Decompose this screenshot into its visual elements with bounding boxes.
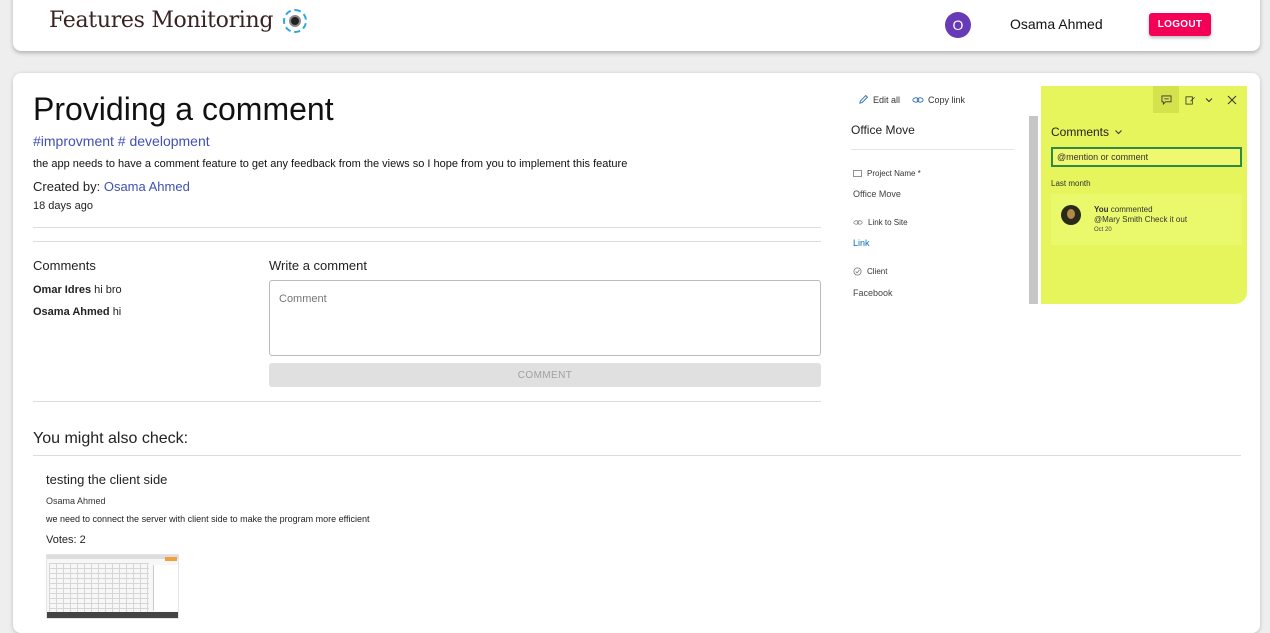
comment-text: hi (112, 306, 122, 318)
related-heading: You might also check: (33, 430, 189, 447)
avatar (1061, 205, 1081, 225)
related-item-title[interactable]: testing the client side (46, 472, 167, 487)
chevron-down-icon (1115, 130, 1122, 135)
comment-user: Omar Idres (33, 284, 92, 296)
link-icon (912, 96, 924, 103)
field-value-project-name: Office Move (853, 189, 901, 199)
divider (33, 227, 821, 228)
mention-input[interactable] (1051, 147, 1242, 167)
field-label-link-to-site: Link to Site (853, 218, 908, 227)
copy-link-label: Copy link (928, 94, 966, 105)
comments-heading: Comments (33, 258, 96, 273)
write-comment-heading: Write a comment (269, 258, 368, 273)
pencil-icon (859, 94, 869, 104)
comment-item: Osama Ahmed hi (33, 306, 121, 318)
avatar[interactable]: O (945, 12, 971, 38)
author-link[interactable]: Osama Ahmed (104, 179, 190, 194)
field-value-link[interactable]: Link (853, 238, 870, 248)
comment-entry-header: You commented (1094, 205, 1153, 214)
comments-group-label: Last month (1051, 179, 1091, 188)
comments-pane-title[interactable]: Comments (1051, 125, 1123, 139)
comment-icon[interactable] (1153, 86, 1179, 113)
field-value-client: Facebook (853, 288, 893, 298)
comment-entry-text: @Mary Smith Check it out (1094, 215, 1188, 224)
comments-pane-highlight: Comments Last month You commented @Mary … (1041, 86, 1247, 304)
brand[interactable]: Features Monitoring (49, 8, 308, 33)
related-item-description: we need to connect the server with clien… (46, 514, 370, 524)
comments-pane-toolbar (1041, 86, 1247, 113)
feature-age: 18 days ago (33, 200, 93, 212)
app-bar: Features Monitoring O Osama Ahmed LOGOUT (13, 0, 1260, 51)
edit-all-button[interactable]: Edit all (858, 94, 900, 105)
divider (851, 149, 1014, 150)
comment-entry-date: Oct 20 (1094, 227, 1112, 233)
created-by: Created by: Osama Ahmed (33, 179, 190, 194)
comment-text: hi bro (94, 284, 122, 296)
divider (33, 455, 1241, 456)
feature-title: Providing a comment (33, 91, 334, 127)
panel-scrollbar[interactable] (1029, 116, 1038, 304)
comment-entry: You commented @Mary Smith Check it out O… (1051, 194, 1242, 245)
panel-section-title: Office Move (851, 123, 915, 137)
edit-all-label: Edit all (873, 94, 901, 105)
check-circle-icon (853, 267, 862, 276)
related-item-author: Osama Ahmed (46, 496, 106, 506)
attachment-screenshot: Edit all Copy link Office Move Project N… (846, 86, 1247, 304)
text-field-icon (853, 170, 862, 177)
created-by-label: Created by: (33, 179, 101, 194)
field-label-project-name: Project Name * (853, 169, 921, 178)
chevron-down-icon[interactable] (1201, 86, 1217, 113)
edit-form-icon[interactable] (1179, 86, 1201, 113)
divider (33, 401, 821, 402)
brand-title: Features Monitoring (49, 8, 274, 33)
eye-logo-icon (283, 8, 308, 33)
comment-item: Omar Idres hi bro (33, 284, 122, 296)
user-name: Osama Ahmed (1010, 16, 1103, 32)
feature-description: the app needs to have a comment feature … (33, 158, 628, 170)
comment-user: Osama Ahmed (33, 306, 110, 318)
link-icon (853, 220, 863, 225)
copy-link-button[interactable]: Copy link (912, 95, 965, 105)
comment-input[interactable] (269, 280, 821, 356)
related-item-thumbnail[interactable] (46, 554, 179, 619)
feature-tags[interactable]: #improvment # development (33, 133, 210, 149)
feature-card: Providing a comment #improvment # develo… (13, 73, 1260, 633)
panel-toolbar: Edit all Copy link (846, 86, 1041, 113)
field-label-client: Client (853, 267, 887, 276)
logout-button[interactable]: LOGOUT (1149, 13, 1211, 36)
divider (33, 241, 821, 242)
comment-submit-button[interactable]: COMMENT (269, 363, 821, 387)
related-item-votes: Votes: 2 (46, 534, 86, 546)
close-icon[interactable] (1217, 86, 1247, 113)
